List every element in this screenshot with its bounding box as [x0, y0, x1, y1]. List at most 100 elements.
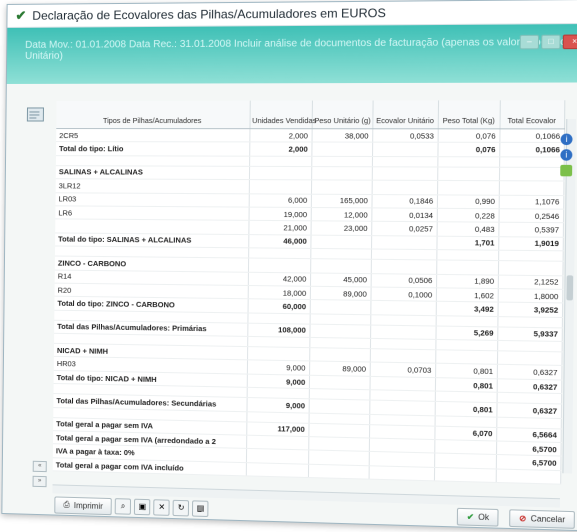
row-value [369, 424, 435, 439]
row-value: 6,000 [249, 193, 311, 207]
row-value [311, 166, 372, 180]
row-value: 21,000 [248, 221, 310, 235]
settings-icon[interactable]: ▤ [192, 500, 209, 517]
row-value: 38,000 [311, 129, 372, 143]
row-label: SALINAS + ALCALINAS [56, 165, 249, 179]
row-value: 6,5664 [496, 427, 561, 442]
column-header[interactable]: Total Ecovalor [499, 100, 564, 129]
row-value: 1,701 [436, 236, 498, 250]
row-value: 9,000 [247, 360, 309, 375]
row-value [437, 156, 499, 167]
close-button[interactable]: × [563, 34, 577, 49]
row-value [370, 301, 436, 316]
row-value [311, 156, 372, 166]
row-label: 3LR12 [56, 179, 249, 194]
column-header[interactable]: Peso Total (Kg) [438, 100, 500, 129]
row-value [434, 440, 496, 455]
row-value: 9,000 [246, 398, 308, 413]
row-value: 1,602 [436, 288, 498, 303]
row-value [248, 248, 310, 259]
row-value: 2,1252 [498, 275, 563, 290]
row-label: Total do tipo: Lítio [56, 142, 249, 156]
column-header[interactable]: Tipos de Pilhas/Acumuladores [56, 101, 249, 129]
refresh-icon[interactable]: ↻ [173, 500, 190, 517]
row-value: 89,000 [309, 361, 370, 376]
scroll-thumb[interactable] [566, 275, 573, 300]
row-value: 0,990 [437, 194, 499, 208]
row-value: 19,000 [248, 207, 310, 221]
preview-icon[interactable]: ▣ [134, 499, 150, 516]
row-value: 1,9019 [498, 236, 563, 251]
print-button[interactable]: ⎙ Imprimir [54, 496, 112, 515]
row-value: 23,000 [311, 221, 372, 235]
ok-button[interactable]: ✔ Ok [457, 507, 499, 526]
row-value: 0,0134 [371, 208, 437, 222]
row-value: 0,6327 [497, 379, 562, 394]
row-value: 45,000 [310, 272, 371, 286]
row-value: 3,492 [436, 302, 498, 317]
table-row[interactable]: Total do tipo: Lítio 2,000 0,076 0,1066 [56, 142, 564, 157]
row-value [437, 181, 499, 195]
minimize-button[interactable]: – [520, 35, 539, 50]
export-icon[interactable] [560, 165, 572, 177]
row-value [499, 167, 564, 181]
row-value: 2,000 [249, 142, 311, 156]
row-value: 0,076 [438, 129, 500, 143]
row-value [499, 181, 564, 195]
row-value [372, 156, 438, 167]
side-tools: i i [560, 134, 572, 177]
row-value [437, 167, 499, 181]
info-icon[interactable]: i [561, 134, 573, 145]
row-value [247, 347, 309, 362]
dialog-window: ✔ Declaração de Ecovalores das Pilhas/Ac… [1, 0, 577, 531]
row-value [310, 235, 371, 249]
row-value: 9,000 [247, 374, 309, 389]
nav-prev-icon[interactable]: « [33, 461, 47, 472]
column-header[interactable]: Unidades Vendidas [249, 101, 311, 129]
row-value [310, 259, 371, 273]
row-label: 2CR5 [56, 129, 249, 143]
row-value: 1,890 [436, 274, 498, 289]
row-value [248, 258, 310, 272]
row-value: 0,6327 [496, 403, 561, 418]
row-value: 60,000 [248, 299, 310, 314]
row-value [370, 349, 436, 364]
row-value [311, 180, 372, 194]
row-value [311, 142, 372, 156]
row-value: 0,0257 [371, 222, 437, 236]
row-value: 6,070 [434, 426, 496, 441]
ok-label: Ok [478, 512, 489, 522]
row-value: 0,1846 [371, 194, 437, 208]
row-value: 18,000 [248, 285, 310, 299]
row-value: 5,9337 [497, 327, 562, 342]
row-value [369, 400, 435, 415]
maximize-button[interactable]: □ [541, 35, 561, 50]
column-header[interactable]: Ecovalor Unitário [372, 100, 438, 128]
row-value [310, 300, 371, 315]
search-icon[interactable]: ⌕ [115, 498, 131, 515]
row-value: 0,1066 [499, 129, 564, 143]
row-value: 0,801 [435, 364, 497, 379]
column-header[interactable]: Peso Unitário (g) [312, 101, 373, 129]
help-icon[interactable]: i [560, 149, 572, 160]
grid-area: Tipos de Pilhas/Acumuladores Unidades Ve… [23, 100, 567, 483]
row-value [499, 157, 564, 168]
row-value: 0,801 [435, 377, 497, 392]
excel-icon[interactable]: ✕ [153, 499, 169, 516]
row-value: 1,8000 [498, 288, 563, 303]
cancel-button[interactable]: ⊘ Cancelar [509, 509, 575, 529]
row-value [246, 462, 308, 477]
row-value [308, 437, 369, 452]
row-value [372, 180, 438, 194]
row-value: 0,076 [437, 143, 499, 157]
row-label [56, 155, 249, 166]
cancel-label: Cancelar [531, 514, 566, 524]
row-value [309, 399, 370, 414]
nav-next-icon[interactable]: » [33, 476, 47, 487]
header-banner: Data Mov.: 01.01.2008 Data Rec.: 31.01.2… [7, 24, 577, 84]
row-value: 89,000 [310, 286, 371, 301]
row-value: 0,2546 [498, 209, 563, 223]
table-row[interactable]: 2CR5 2,000 38,000 0,0533 0,076 0,1066 [56, 129, 564, 143]
row-value: 2,000 [249, 129, 311, 143]
row-value [371, 259, 437, 273]
